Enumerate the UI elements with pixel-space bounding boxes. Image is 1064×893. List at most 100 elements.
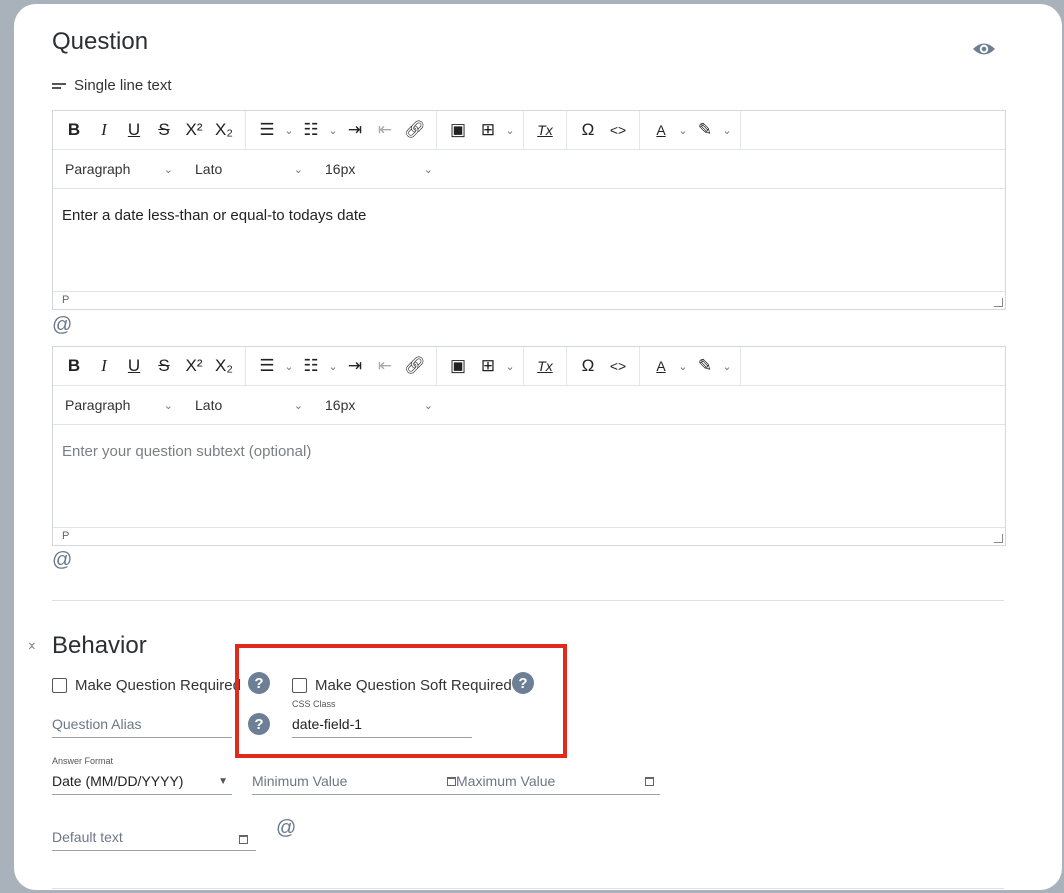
- link-icon[interactable]: 🔗︎: [400, 351, 430, 381]
- toolbar-group-clear: Tx: [524, 347, 567, 385]
- clear-format-button[interactable]: Tx: [530, 351, 560, 381]
- calendar-icon[interactable]: [447, 777, 456, 786]
- question-alias-input[interactable]: Question Alias: [52, 716, 232, 738]
- highlight-marker-icon[interactable]: ✎: [690, 115, 720, 145]
- table-icon[interactable]: ⊞: [473, 351, 503, 381]
- text-color-button[interactable]: A: [646, 115, 676, 145]
- outdent-icon[interactable]: ⇤: [370, 351, 400, 381]
- checkbox-box[interactable]: [52, 678, 67, 693]
- toolbar-group-clear: Tx: [524, 111, 567, 149]
- subscript-button[interactable]: X₂: [209, 115, 239, 145]
- calendar-icon[interactable]: [239, 835, 248, 844]
- chevron-down-icon: ⌄: [423, 399, 433, 412]
- editor-content[interactable]: Enter your question subtext (optional): [53, 425, 1005, 527]
- chevron-down-icon[interactable]: ⌄: [720, 351, 734, 381]
- chevron-down-icon[interactable]: ⌄: [676, 351, 690, 381]
- text-color-button[interactable]: A: [646, 351, 676, 381]
- italic-button[interactable]: I: [89, 115, 119, 145]
- question-alias-placeholder: Question Alias: [52, 716, 142, 732]
- chevron-down-icon[interactable]: ⌄: [503, 351, 517, 381]
- chevron-down-icon[interactable]: ⌄: [503, 115, 517, 145]
- source-code-button[interactable]: <>: [603, 351, 633, 381]
- font-size-dropdown[interactable]: 16px ⌄: [313, 161, 443, 177]
- superscript-button[interactable]: X²: [179, 351, 209, 381]
- element-path: P: [62, 530, 70, 542]
- resize-grip-icon[interactable]: [994, 534, 1003, 543]
- chevron-down-icon[interactable]: ⌄: [326, 351, 340, 381]
- block-format-dropdown[interactable]: Paragraph ⌄: [53, 397, 183, 413]
- bullet-list-icon[interactable]: ☰: [252, 351, 282, 381]
- question-type[interactable]: Single line text: [52, 77, 172, 94]
- indent-icon[interactable]: ⇥: [340, 115, 370, 145]
- required-checkbox[interactable]: Make Question Required: [52, 677, 241, 694]
- mention-button[interactable]: @: [52, 314, 72, 337]
- element-path: P: [62, 294, 70, 306]
- chevron-down-icon[interactable]: ⌄: [676, 115, 690, 145]
- strikethrough-button[interactable]: S: [149, 115, 179, 145]
- outdent-icon[interactable]: ⇤: [370, 115, 400, 145]
- behavior-title: Behavior: [52, 632, 147, 659]
- chevron-down-icon: ⌄: [423, 163, 433, 176]
- superscript-button[interactable]: X²: [179, 115, 209, 145]
- bullet-list-icon[interactable]: ☰: [252, 115, 282, 145]
- mention-button[interactable]: @: [276, 817, 296, 840]
- special-char-button[interactable]: Ω: [573, 115, 603, 145]
- font-size-value: 16px: [325, 397, 356, 413]
- chevron-down-icon[interactable]: ⌄: [720, 115, 734, 145]
- maximum-value-input[interactable]: Maximum Value: [456, 773, 660, 795]
- strikethrough-button[interactable]: S: [149, 351, 179, 381]
- toolbar-group-color: A ⌄ ✎ ⌄: [640, 347, 741, 385]
- preview-eye-icon[interactable]: [971, 39, 997, 59]
- chevron-down-icon[interactable]: ⌄: [326, 115, 340, 145]
- editor-toolbar: B I U S X² X₂ ☰ ⌄ ☷ ⌄ ⇥ ⇤ 🔗︎ ▣ ⊞ ⌄ Tx Ω <> …: [53, 347, 1005, 386]
- font-family-dropdown[interactable]: Lato ⌄: [183, 161, 313, 177]
- required-label: Make Question Required: [75, 677, 241, 694]
- toolbar-group-format: B I U S X² X₂: [53, 347, 246, 385]
- bold-button[interactable]: B: [59, 351, 89, 381]
- default-text-placeholder: Default text: [52, 829, 123, 845]
- font-family-dropdown[interactable]: Lato ⌄: [183, 397, 313, 413]
- collapse-chevron-icon[interactable]: ⌄ ⌃: [26, 634, 38, 658]
- table-icon[interactable]: ⊞: [473, 115, 503, 145]
- italic-button[interactable]: I: [89, 351, 119, 381]
- chevron-down-icon: ⌄: [293, 399, 303, 412]
- resize-grip-icon[interactable]: [994, 298, 1003, 307]
- default-text-input[interactable]: Default text: [52, 829, 256, 851]
- subscript-button[interactable]: X₂: [209, 351, 239, 381]
- mention-button[interactable]: @: [52, 549, 72, 572]
- block-format-value: Paragraph: [65, 397, 131, 413]
- editor-statusbar: P: [53, 527, 1005, 545]
- indent-icon[interactable]: ⇥: [340, 351, 370, 381]
- link-icon[interactable]: 🔗︎: [400, 115, 430, 145]
- minimum-value-input[interactable]: Minimum Value: [252, 773, 456, 795]
- chevron-down-icon[interactable]: ⌄: [282, 351, 296, 381]
- block-format-dropdown[interactable]: Paragraph ⌄: [53, 161, 183, 177]
- numbered-list-icon[interactable]: ☷: [296, 115, 326, 145]
- clear-format-button[interactable]: Tx: [530, 115, 560, 145]
- short-text-icon: [52, 81, 66, 91]
- answer-format-select[interactable]: Date (MM/DD/YYYY) ▼: [52, 773, 232, 795]
- editor-toolbar: B I U S X² X₂ ☰ ⌄ ☷ ⌄ ⇥ ⇤ 🔗︎ ▣ ⊞ ⌄ Tx Ω <> …: [53, 111, 1005, 150]
- image-icon[interactable]: ▣: [443, 115, 473, 145]
- calendar-icon[interactable]: [645, 777, 654, 786]
- numbered-list-icon[interactable]: ☷: [296, 351, 326, 381]
- source-code-button[interactable]: <>: [603, 115, 633, 145]
- font-size-dropdown[interactable]: 16px ⌄: [313, 397, 443, 413]
- chevron-down-icon[interactable]: ⌄: [282, 115, 296, 145]
- highlight-marker-icon[interactable]: ✎: [690, 351, 720, 381]
- question-subtext-editor: B I U S X² X₂ ☰ ⌄ ☷ ⌄ ⇥ ⇤ 🔗︎ ▣ ⊞ ⌄ Tx Ω <> …: [52, 346, 1006, 546]
- question-text-editor: B I U S X² X₂ ☰ ⌄ ☷ ⌄ ⇥ ⇤ 🔗︎ ▣ ⊞ ⌄ Tx Ω <> …: [52, 110, 1006, 310]
- highlight-box: [235, 644, 567, 758]
- answer-format-label: Answer Format: [52, 756, 114, 766]
- block-format-value: Paragraph: [65, 161, 131, 177]
- image-icon[interactable]: ▣: [443, 351, 473, 381]
- bold-button[interactable]: B: [59, 115, 89, 145]
- chevron-down-icon: ⌄: [293, 163, 303, 176]
- editor-toolbar-row2: Paragraph ⌄ Lato ⌄ 16px ⌄: [53, 386, 1005, 425]
- underline-button[interactable]: U: [119, 115, 149, 145]
- editor-content[interactable]: Enter a date less-than or equal-to today…: [53, 189, 1005, 291]
- underline-button[interactable]: U: [119, 351, 149, 381]
- toolbar-group-insert: ▣ ⊞ ⌄: [437, 111, 524, 149]
- special-char-button[interactable]: Ω: [573, 351, 603, 381]
- page-title: Question: [52, 28, 149, 55]
